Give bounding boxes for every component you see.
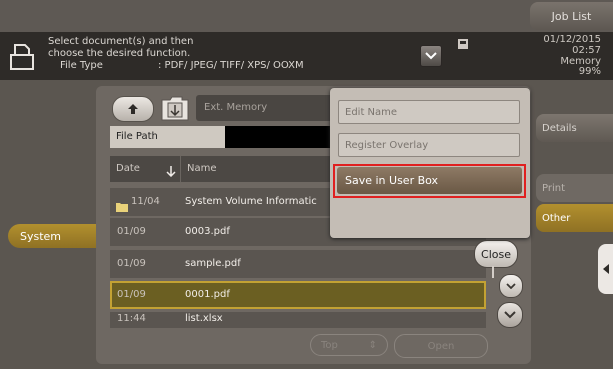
row-date: 01/09 xyxy=(117,258,146,269)
expand-message-button[interactable] xyxy=(420,45,442,67)
row-name: list.xlsx xyxy=(185,313,223,324)
row-name: System Volume Informatic xyxy=(185,196,317,207)
row-date: 11:44 xyxy=(117,313,146,324)
memory-value: 99% xyxy=(578,66,601,77)
table-row[interactable] xyxy=(110,312,486,328)
top-label: Top xyxy=(321,339,338,351)
scroll-handle[interactable] xyxy=(492,266,494,278)
row-date: 11/04 xyxy=(131,196,160,207)
up-arrow-icon xyxy=(128,104,138,114)
chevron-down-icon xyxy=(504,311,516,319)
top-button[interactable]: Top ⇕ xyxy=(310,334,388,356)
close-button[interactable]: Close xyxy=(474,240,518,268)
sort-arrow-icon xyxy=(166,162,176,181)
message-line-2: choose the desired function. xyxy=(48,48,191,59)
tab-other[interactable]: Other xyxy=(536,204,613,232)
top-bar xyxy=(0,0,613,32)
page-down-button[interactable] xyxy=(497,302,523,328)
folder-icon xyxy=(116,197,128,216)
file-path-value xyxy=(225,126,345,148)
row-name: sample.pdf xyxy=(185,258,241,269)
folder-location-icon xyxy=(160,94,190,126)
chevron-down-icon xyxy=(506,283,516,289)
column-header-name[interactable]: Name xyxy=(180,156,345,182)
scroll-down-button[interactable] xyxy=(499,274,523,298)
menu-item-save-in-user-box[interactable]: Save in User Box xyxy=(337,167,522,194)
tab-print[interactable]: Print xyxy=(536,174,613,202)
up-down-icon: ⇕ xyxy=(368,339,377,351)
tab-system[interactable]: System xyxy=(8,224,108,248)
job-list-button[interactable]: Job List xyxy=(530,2,613,30)
table-row[interactable] xyxy=(110,250,486,278)
chevron-down-icon xyxy=(425,52,437,60)
file-type-value: : PDF/ JPEG/ TIFF/ XPS/ OOXM xyxy=(158,60,304,71)
file-path-label: File Path xyxy=(110,126,225,148)
menu-item-register-overlay[interactable]: Register Overlay xyxy=(338,133,520,157)
document-icon xyxy=(7,41,37,75)
status-date: 01/12/2015 xyxy=(543,34,601,45)
status-time: 02:57 xyxy=(572,45,601,56)
file-type-label: File Type xyxy=(60,60,103,71)
tab-details[interactable]: Details xyxy=(536,114,613,142)
table-row-selected[interactable] xyxy=(110,281,486,309)
row-date: 01/09 xyxy=(117,226,146,237)
row-name: 0003.pdf xyxy=(185,226,230,237)
expand-side-panel-button[interactable] xyxy=(598,244,613,294)
menu-item-edit-name[interactable]: Edit Name xyxy=(338,100,520,124)
storage-icon xyxy=(457,35,469,54)
arrow-left-icon xyxy=(602,264,609,274)
up-folder-button[interactable] xyxy=(112,96,154,122)
message-line-1: Select document(s) and then xyxy=(48,36,194,47)
open-button[interactable]: Open xyxy=(394,334,488,358)
location-label: Ext. Memory xyxy=(196,95,336,121)
